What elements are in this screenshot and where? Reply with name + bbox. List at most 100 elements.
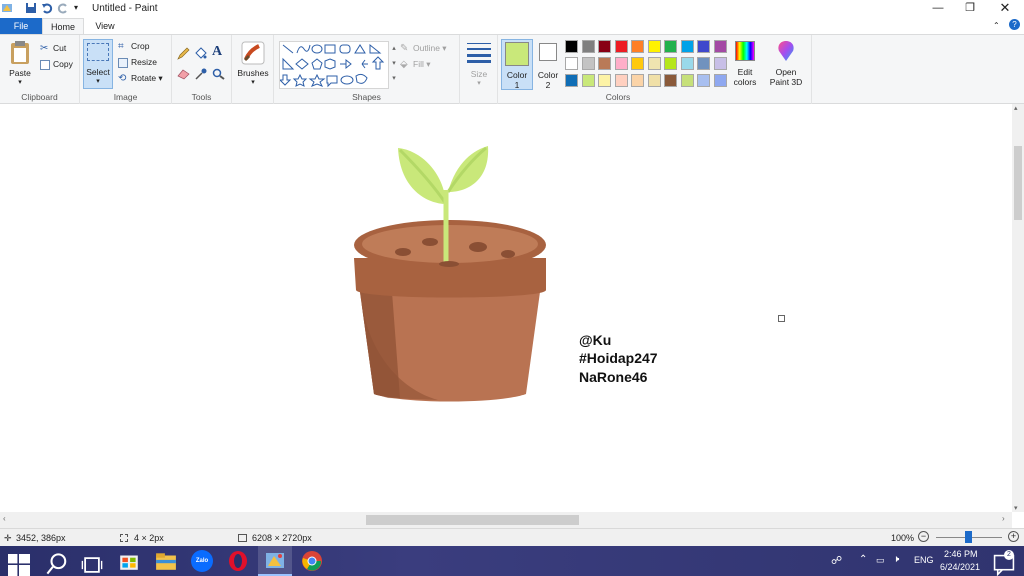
palette-swatch[interactable] <box>664 40 677 53</box>
tab-view[interactable]: View <box>84 18 126 34</box>
help-icon[interactable]: ? <box>1009 19 1020 30</box>
fill-button[interactable]: ⬙ Fill ▾ <box>400 59 431 70</box>
copy-button[interactable]: Copy <box>40 59 73 70</box>
restore-button[interactable]: ❐ <box>953 0 987 18</box>
palette-swatch[interactable] <box>664 74 677 87</box>
rotate-button[interactable]: ⟲ Rotate ▾ <box>118 73 163 84</box>
horizontal-scroll-thumb[interactable] <box>366 515 579 525</box>
save-icon[interactable] <box>25 2 37 14</box>
palette-swatch[interactable] <box>581 74 595 87</box>
canvas-resize-handle[interactable] <box>778 315 785 322</box>
language-indicator[interactable]: ENG <box>914 555 934 565</box>
redo-icon[interactable] <box>57 2 69 14</box>
show-hidden-icons-icon[interactable]: ⌃ <box>859 554 867 565</box>
palette-swatch[interactable] <box>713 57 727 70</box>
brushes-button[interactable]: Brushes ▾ <box>235 40 271 86</box>
palette-swatch[interactable] <box>581 40 595 53</box>
outline-button[interactable]: ✎ Outline ▾ <box>400 43 447 54</box>
tab-home[interactable]: Home <box>42 18 84 34</box>
fill-bucket-icon[interactable] <box>194 47 207 60</box>
palette-swatch[interactable] <box>581 57 595 70</box>
palette-swatch[interactable] <box>598 40 611 53</box>
vertical-scroll-thumb[interactable] <box>1014 146 1022 220</box>
copy-label: Copy <box>53 59 73 69</box>
people-icon[interactable]: ☍ <box>831 554 842 567</box>
palette-swatch[interactable] <box>598 57 611 70</box>
scroll-left-icon[interactable]: ‹ <box>3 514 6 523</box>
clock-time[interactable]: 2:46 PM <box>944 549 978 559</box>
eraser-icon[interactable] <box>177 68 190 80</box>
palette-swatch[interactable] <box>565 74 578 87</box>
cut-label: Cut <box>53 43 67 53</box>
shapes-gallery[interactable] <box>278 41 389 89</box>
palette-swatch[interactable] <box>664 57 677 70</box>
minimize-button[interactable]: — <box>921 0 955 18</box>
paste-button[interactable]: Paste ▾ <box>6 40 34 86</box>
text-tool-icon[interactable]: A <box>212 44 222 60</box>
task-view-icon[interactable] <box>81 554 103 576</box>
palette-swatch[interactable] <box>697 57 710 70</box>
palette-swatch[interactable] <box>713 40 727 53</box>
ribbon-tabs: File Home View ⌃ ? <box>0 18 1024 34</box>
size-button[interactable]: Size ▾ <box>463 41 495 87</box>
palette-swatch[interactable] <box>697 40 710 53</box>
chrome-icon[interactable] <box>301 550 323 572</box>
magnifier-icon[interactable] <box>212 68 225 80</box>
customize-quick-access-icon[interactable]: ▾ <box>74 3 78 12</box>
opera-icon[interactable] <box>227 550 249 572</box>
palette-swatch[interactable] <box>614 74 628 87</box>
palette-swatch[interactable] <box>713 74 727 87</box>
file-explorer-icon[interactable] <box>155 550 177 572</box>
battery-icon[interactable]: ▭ <box>876 555 885 566</box>
brushes-dropdown-icon[interactable]: ▾ <box>235 78 271 86</box>
palette-swatch[interactable] <box>647 40 661 53</box>
undo-icon[interactable] <box>41 2 53 14</box>
color1-button[interactable]: Color 1 <box>501 39 533 90</box>
start-windows-icon[interactable] <box>8 554 30 576</box>
color-picker-icon[interactable] <box>194 68 207 80</box>
collapse-ribbon-icon[interactable]: ⌃ <box>993 21 1000 30</box>
palette-swatch[interactable] <box>647 57 661 70</box>
select-dropdown-icon[interactable]: ▾ <box>84 77 112 85</box>
tab-file[interactable]: File <box>0 18 42 34</box>
palette-swatch[interactable] <box>565 40 578 53</box>
palette-swatch[interactable] <box>697 74 710 87</box>
palette-swatch[interactable] <box>631 57 644 70</box>
pencil-icon[interactable] <box>177 47 190 60</box>
paste-dropdown-icon[interactable]: ▾ <box>6 78 34 86</box>
crop-button[interactable]: ⌗ Crop <box>118 41 149 52</box>
palette-swatch[interactable] <box>680 74 694 87</box>
open-paint-3d-button[interactable]: Open Paint 3D <box>764 39 808 87</box>
clock-date[interactable]: 6/24/2021 <box>940 562 980 572</box>
resize-label: Resize <box>131 57 157 67</box>
palette-swatch[interactable] <box>631 74 644 87</box>
palette-swatch[interactable] <box>631 40 644 53</box>
palette-swatch[interactable] <box>598 74 611 87</box>
zoom-slider-thumb[interactable] <box>965 531 972 543</box>
search-icon[interactable] <box>46 553 68 575</box>
volume-icon[interactable]: 🕨 <box>893 554 899 565</box>
palette-swatch[interactable] <box>614 40 628 53</box>
scroll-down-icon[interactable]: ▾ <box>1014 504 1018 512</box>
resize-button[interactable]: Resize <box>118 57 157 68</box>
palette-swatch[interactable] <box>614 57 628 70</box>
palette-swatch[interactable] <box>565 57 578 70</box>
zoom-in-icon[interactable]: + <box>1008 531 1019 542</box>
palette-swatch[interactable] <box>680 40 694 53</box>
zoom-out-icon[interactable]: − <box>918 531 929 542</box>
taskbar-paint-active[interactable] <box>258 546 292 576</box>
close-button[interactable]: ✕ <box>988 0 1022 18</box>
edit-colors-button[interactable]: Edit colors <box>731 39 759 87</box>
paint-app-icon[interactable] <box>1 2 13 14</box>
store-icon[interactable] <box>118 550 140 572</box>
drawing-canvas[interactable]: @Ku #Hoidap247 NaRone46 <box>0 104 1012 512</box>
palette-swatch[interactable] <box>680 57 694 70</box>
color2-button[interactable]: Color 2 <box>535 39 561 90</box>
zalo-icon[interactable]: Zalo <box>191 550 213 572</box>
cut-button[interactable]: ✂ Cut <box>40 43 66 54</box>
select-button[interactable]: Select ▾ <box>83 39 113 89</box>
shapes-scroll[interactable]: ▴ ▾ ▾ <box>390 41 398 89</box>
scroll-right-icon[interactable]: › <box>1002 514 1005 523</box>
palette-swatch[interactable] <box>647 74 661 87</box>
scroll-up-icon[interactable]: ▴ <box>1014 104 1018 112</box>
